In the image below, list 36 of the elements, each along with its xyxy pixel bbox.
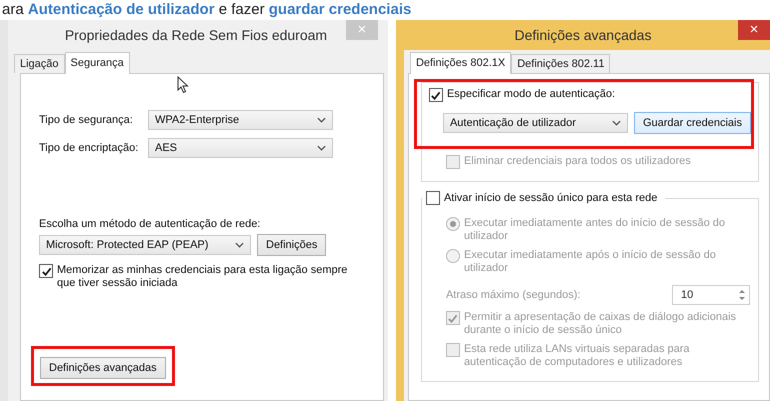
checkbox-label: Especificar modo de autenticação: (446, 88, 616, 101)
settings-button[interactable]: Definições (257, 234, 326, 256)
chevron-down-icon (317, 145, 326, 151)
tab[interactable]: Ligação (14, 54, 65, 73)
checkbox-label: Eliminar credenciais para todos os utilizadores (464, 155, 691, 168)
tab[interactable]: Definições 802.1X (410, 52, 512, 74)
mouse-pointer-icon (177, 76, 189, 94)
checkbox-label: Permitir a apresentação de caixas de diálogo adicionais durante o início de sessão único (464, 311, 738, 337)
dropdown[interactable]: Autenticação de utilizador (442, 113, 628, 133)
chevron-down-icon (612, 120, 621, 126)
checkbox-label: Ativar início de sessão único para esta rede (444, 192, 658, 204)
dropdown[interactable]: Microsoft: Protected EAP (PEAP) (39, 235, 251, 255)
window-title: Definições avançadas (514, 27, 652, 43)
save-credentials-button[interactable]: Guardar credenciais (634, 112, 751, 134)
checkbox[interactable] (426, 191, 440, 205)
checkbox[interactable] (428, 88, 443, 102)
tab[interactable]: Segurança (64, 52, 130, 74)
caption-text: ara Autenticação de utilizador e fazer guardar credenciais (1, 0, 412, 20)
advanced-settings-button[interactable]: Definições avançadas (40, 357, 166, 379)
checkbox-label: Esta rede utiliza LANs virtuais separadas para autenticação de computadores e utilizadores (464, 343, 691, 369)
checkbox[interactable] (39, 264, 53, 278)
radio-label: Executar imediatamente antes do início de sessão do utilizador (464, 217, 726, 243)
window-title: Propriedades da Rede Sem Fios eduroam (64, 27, 328, 43)
chevron-down-icon (317, 117, 326, 123)
field-label: Atraso máximo (segundos): (446, 289, 580, 301)
checkbox-label: Memorizar as minhas credenciais para esta ligação sempre que tiver sessão iniciada (57, 264, 348, 290)
field-label: Tipo de encriptação: (39, 142, 140, 154)
tab[interactable]: Definições 802.11 (511, 54, 610, 73)
radio-label: Executar imediatamente após o início de sessão do utilizador (464, 249, 717, 275)
close-button[interactable]: × (738, 20, 770, 40)
dropdown[interactable]: WPA2-Enterprise (148, 110, 333, 130)
spinner-arrows-icon (737, 287, 747, 303)
chevron-down-icon (235, 242, 244, 248)
dropdown[interactable]: AES (148, 138, 333, 158)
field-label: Escolha um método de autenticação de rede: (39, 218, 262, 230)
field-label: Tipo de segurança: (39, 114, 134, 126)
